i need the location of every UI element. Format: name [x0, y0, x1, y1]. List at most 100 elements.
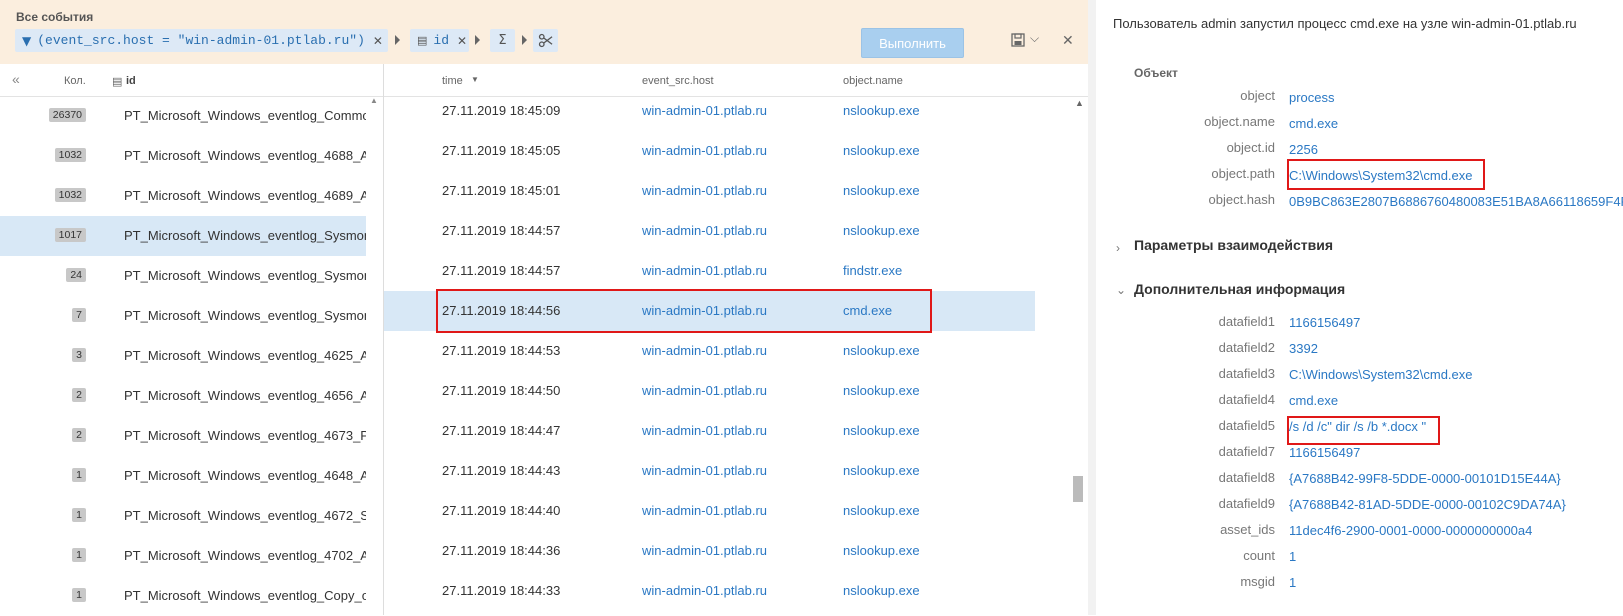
- cell-host[interactable]: win-admin-01.ptlab.ru: [642, 103, 767, 118]
- field-value[interactable]: {A7688B42-81AD-5DDE-0000-00102C9DA74A}: [1289, 497, 1566, 512]
- collapse-panel-icon[interactable]: «: [12, 71, 20, 87]
- cell-time: 27.11.2019 18:44:36: [442, 543, 561, 558]
- list-item[interactable]: 1 PT_Microsoft_Windows_eventlog_4672_Sp: [0, 496, 366, 536]
- table-row[interactable]: 27.11.2019 18:44:36 win-admin-01.ptlab.ru…: [384, 531, 1035, 571]
- list-item-label: PT_Microsoft_Windows_eventlog_4702_A: [124, 548, 366, 563]
- field-value[interactable]: cmd.exe: [1289, 393, 1338, 408]
- table-row[interactable]: 27.11.2019 18:45:09 win-admin-01.ptlab.ru…: [384, 91, 1035, 131]
- list-item[interactable]: 24 PT_Microsoft_Windows_eventlog_Sysmon: [0, 256, 366, 296]
- cell-host[interactable]: win-admin-01.ptlab.ru: [642, 583, 767, 598]
- table-row[interactable]: 27.11.2019 18:44:43 win-admin-01.ptlab.ru…: [384, 451, 1035, 491]
- list-item[interactable]: 3 PT_Microsoft_Windows_eventlog_4625_A: [0, 336, 366, 376]
- table-row[interactable]: 27.11.2019 18:44:50 win-admin-01.ptlab.ru…: [384, 371, 1035, 411]
- chevron-down-icon[interactable]: ⌄: [1116, 283, 1126, 297]
- header-id[interactable]: id: [126, 75, 136, 87]
- list-item[interactable]: 1032 PT_Microsoft_Windows_eventlog_4688_A: [0, 136, 366, 176]
- field-value[interactable]: 0B9BC863E2807B6886760480083E51BA8A661186…: [1289, 194, 1623, 209]
- scrollbar-thumb[interactable]: [1073, 476, 1083, 502]
- cell-time: 27.11.2019 18:44:43: [442, 463, 561, 478]
- list-item-label: PT_Microsoft_Windows_eventlog_Sysmon: [124, 228, 366, 243]
- scissors-chip[interactable]: [533, 29, 558, 52]
- object-section-title: Объект: [1134, 66, 1178, 80]
- list-item[interactable]: 1032 PT_Microsoft_Windows_eventlog_4689_A: [0, 176, 366, 216]
- field-key: datafield4: [1218, 392, 1275, 407]
- filter-chip[interactable]: ▼ (event_src.host = "win-admin-01.ptlab.…: [15, 29, 388, 52]
- header-object[interactable]: object.name: [843, 75, 903, 87]
- table-row[interactable]: 27.11.2019 18:44:57 win-admin-01.ptlab.ru…: [384, 251, 1035, 291]
- cell-object[interactable]: nslookup.exe: [843, 503, 920, 518]
- chevron-down-icon[interactable]: ⌵: [1030, 31, 1039, 46]
- field-value[interactable]: 1: [1289, 549, 1296, 564]
- chevron-right-icon: [522, 35, 527, 45]
- list-item[interactable]: 26370 PT_Microsoft_Windows_eventlog_Commo…: [0, 96, 366, 136]
- cell-object[interactable]: nslookup.exe: [843, 543, 920, 558]
- table-row[interactable]: 27.11.2019 18:44:33 win-admin-01.ptlab.ru…: [384, 571, 1035, 611]
- cell-host[interactable]: win-admin-01.ptlab.ru: [642, 423, 767, 438]
- list-item[interactable]: 1 PT_Microsoft_Windows_eventlog_4648_A: [0, 456, 366, 496]
- table-row[interactable]: 27.11.2019 18:44:57 win-admin-01.ptlab.ru…: [384, 211, 1035, 251]
- table-row[interactable]: 27.11.2019 18:45:05 win-admin-01.ptlab.ru…: [384, 131, 1035, 171]
- table-row[interactable]: 27.11.2019 18:44:47 win-admin-01.ptlab.ru…: [384, 411, 1035, 451]
- field-value[interactable]: 2256: [1289, 142, 1318, 157]
- header-host[interactable]: event_src.host: [642, 75, 714, 87]
- cell-host[interactable]: win-admin-01.ptlab.ru: [642, 183, 767, 198]
- query-title: Все события: [16, 10, 94, 24]
- group-chip[interactable]: ▤ id ✕: [410, 29, 469, 52]
- list-item[interactable]: 1017 PT_Microsoft_Windows_eventlog_Sysmon: [0, 216, 366, 256]
- list-item[interactable]: 1 PT_Microsoft_Windows_eventlog_4702_A: [0, 536, 366, 576]
- cell-object[interactable]: nslookup.exe: [843, 223, 920, 238]
- cell-object[interactable]: nslookup.exe: [843, 423, 920, 438]
- field-value[interactable]: 3392: [1289, 341, 1318, 356]
- cell-host[interactable]: win-admin-01.ptlab.ru: [642, 343, 767, 358]
- close-icon[interactable]: ✕: [1062, 33, 1074, 49]
- field-value[interactable]: 1166156497: [1289, 315, 1360, 330]
- field-value[interactable]: 1166156497: [1289, 445, 1360, 460]
- table-row[interactable]: 27.11.2019 18:44:53 win-admin-01.ptlab.ru…: [384, 331, 1035, 371]
- panel-splitter[interactable]: [1088, 0, 1096, 615]
- cell-object[interactable]: nslookup.exe: [843, 183, 920, 198]
- list-item-label: PT_Microsoft_Windows_eventlog_Sysmon: [124, 268, 366, 283]
- cell-object[interactable]: nslookup.exe: [843, 383, 920, 398]
- cell-host[interactable]: win-admin-01.ptlab.ru: [642, 463, 767, 478]
- cell-object[interactable]: nslookup.exe: [843, 583, 920, 598]
- scroll-up-icon[interactable]: ▲: [1075, 98, 1084, 108]
- field-value[interactable]: 11dec4f6-2900-0001-0000-0000000000a4: [1289, 523, 1532, 538]
- header-time[interactable]: time: [442, 75, 463, 87]
- cell-object[interactable]: findstr.exe: [843, 263, 902, 278]
- cell-object[interactable]: nslookup.exe: [843, 143, 920, 158]
- cell-host[interactable]: win-admin-01.ptlab.ru: [642, 383, 767, 398]
- save-icon[interactable]: [1011, 33, 1025, 51]
- interaction-section-title[interactable]: Параметры взаимодействия: [1134, 237, 1333, 253]
- header-count[interactable]: Кол.: [64, 75, 86, 87]
- chevron-right-icon[interactable]: ›: [1116, 241, 1120, 255]
- cell-time: 27.11.2019 18:45:05: [442, 143, 561, 158]
- list-item-label: PT_Microsoft_Windows_eventlog_4672_Sp: [124, 508, 366, 523]
- cell-host[interactable]: win-admin-01.ptlab.ru: [642, 223, 767, 238]
- remove-group-icon[interactable]: ✕: [457, 34, 467, 48]
- table-row[interactable]: 27.11.2019 18:45:01 win-admin-01.ptlab.ru…: [384, 171, 1035, 211]
- cell-host[interactable]: win-admin-01.ptlab.ru: [642, 143, 767, 158]
- list-item[interactable]: 2 PT_Microsoft_Windows_eventlog_4656_A: [0, 376, 366, 416]
- field-value[interactable]: C:\Windows\System32\cmd.exe: [1289, 367, 1473, 382]
- table-row[interactable]: 27.11.2019 18:44:40 win-admin-01.ptlab.ru…: [384, 491, 1035, 531]
- sort-desc-icon[interactable]: ▼: [471, 75, 479, 84]
- sum-chip[interactable]: Σ: [490, 29, 515, 52]
- cell-host[interactable]: win-admin-01.ptlab.ru: [642, 503, 767, 518]
- field-value[interactable]: cmd.exe: [1289, 116, 1338, 131]
- list-item[interactable]: 2 PT_Microsoft_Windows_eventlog_4673_P: [0, 416, 366, 456]
- scroll-up-icon[interactable]: ▲: [370, 96, 378, 105]
- field-key: object: [1240, 88, 1275, 103]
- remove-filter-icon[interactable]: ✕: [373, 34, 383, 48]
- cell-host[interactable]: win-admin-01.ptlab.ru: [642, 263, 767, 278]
- field-value[interactable]: 1: [1289, 575, 1296, 590]
- list-item[interactable]: 1 PT_Microsoft_Windows_eventlog_Copy_of: [0, 576, 366, 616]
- cell-object[interactable]: nslookup.exe: [843, 343, 920, 358]
- extra-section-title[interactable]: Дополнительная информация: [1134, 281, 1345, 297]
- list-item[interactable]: 7 PT_Microsoft_Windows_eventlog_Sysmon: [0, 296, 366, 336]
- cell-object[interactable]: nslookup.exe: [843, 103, 920, 118]
- run-button[interactable]: Выполнить: [861, 28, 964, 58]
- field-value[interactable]: process: [1289, 90, 1335, 105]
- cell-object[interactable]: nslookup.exe: [843, 463, 920, 478]
- field-value[interactable]: {A7688B42-99F8-5DDE-0000-00101D15E44A}: [1289, 471, 1561, 486]
- cell-host[interactable]: win-admin-01.ptlab.ru: [642, 543, 767, 558]
